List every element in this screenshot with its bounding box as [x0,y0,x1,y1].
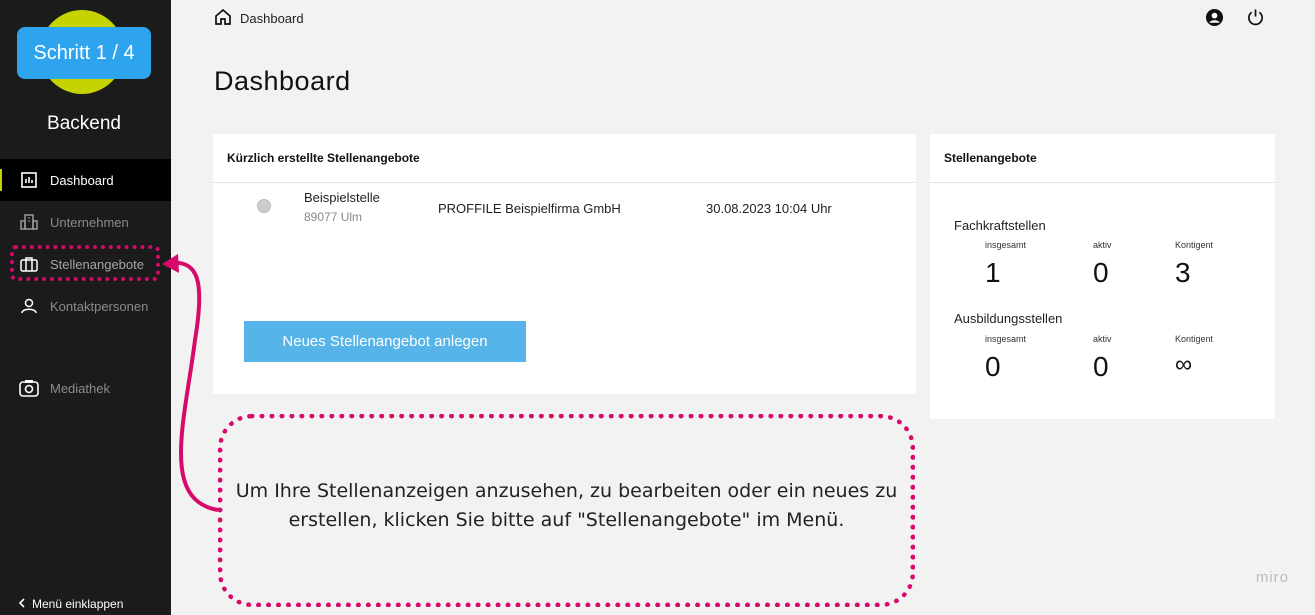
stat-label: insgesamt [985,334,1027,344]
sidebar-item-label: Unternehmen [50,214,129,230]
stat-value: 0 [985,351,1001,382]
card-heading: Kürzlich erstellte Stellenangebote [213,134,916,183]
chevron-left-icon [18,597,26,611]
breadcrumb: Dashboard [214,8,304,29]
building-icon [19,212,39,232]
sidebar-item-dashboard[interactable]: Dashboard [0,159,171,201]
stat-label: insgesamt [985,240,1027,250]
page-title: Dashboard [214,66,351,96]
step-badge: Schritt 1 / 4 [17,27,151,79]
sidebar: Schritt 1 / 4 Backend Dashboard Unterneh… [0,0,171,615]
job-title: Beispielstelle [304,190,380,205]
stat-label: Kontigent [1175,334,1214,344]
collapse-menu-button[interactable]: Menü einklappen [18,597,123,611]
sidebar-item-label: Mediathek [50,380,110,396]
top-icons [1205,8,1265,31]
card-heading: Stellenangebote [930,134,1275,183]
table-row[interactable]: Beispielstelle 89077 Ulm PROFFILE Beispi… [213,187,916,227]
fachkraft-title: Fachkraftstellen [954,218,1046,233]
stat-label: Kontigent [1175,240,1214,250]
stat-value: 3 [1175,257,1191,288]
row-radio[interactable] [257,199,271,213]
new-job-button[interactable]: Neues Stellenangebot anlegen [244,321,526,362]
sidebar-item-unternehmen[interactable]: Unternehmen [0,201,171,243]
callout-text: Um Ihre Stellenanzeigen anzusehen, zu be… [235,479,898,531]
stat-label: aktiv [1093,240,1112,250]
job-city: 89077 Ulm [304,210,363,224]
stats-card: Stellenangebote Fachkraftstellen insgesa… [930,134,1275,419]
stat-value: 0 [1093,351,1109,382]
sidebar-item-kontaktpersonen[interactable]: Kontaktpersonen [0,285,171,327]
camera-icon [19,378,39,398]
collapse-label: Menü einklappen [32,597,124,611]
highlight-stellenangebote [10,245,160,281]
job-date: 30.08.2023 10:04 Uhr [706,201,832,216]
job-company: PROFFILE Beispielfirma GmbH [438,201,621,216]
recent-jobs-card: Kürzlich erstellte Stellenangebote Beisp… [213,134,916,394]
ausbildung-title: Ausbildungsstellen [954,311,1063,326]
power-icon[interactable] [1246,8,1265,31]
tutorial-callout: Um Ihre Stellenanzeigen anzusehen, zu be… [218,414,915,607]
watermark: miro [1255,569,1289,586]
sidebar-item-label: Kontaktpersonen [50,298,149,314]
account-icon[interactable] [1205,8,1224,31]
stat-label: aktiv [1093,334,1112,344]
stat-value: 0 [1093,257,1109,288]
stat-value: 1 [985,257,1001,288]
chart-icon [19,170,39,190]
stat-value: ∞ [1175,351,1193,378]
breadcrumb-label[interactable]: Dashboard [240,11,304,26]
sidebar-item-mediathek[interactable]: Mediathek [0,367,171,409]
brand-title: Backend [47,113,121,134]
sidebar-item-label: Dashboard [50,172,114,188]
home-icon[interactable] [214,8,232,29]
person-icon [19,296,39,316]
